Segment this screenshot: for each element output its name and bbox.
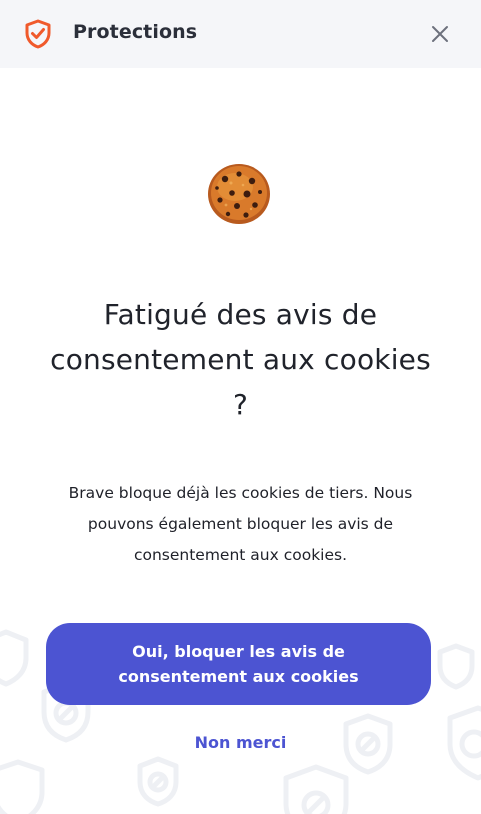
- headline: Fatigué des avis de consentement aux coo…: [50, 298, 431, 421]
- panel-title: Protections: [73, 21, 198, 43]
- cookie-icon: [207, 163, 271, 225]
- cookie-consent-panel: Protections Fatigué des avis de consente…: [0, 0, 481, 814]
- block-cookie-notices-button[interactable]: Oui, bloquer les avis de consentement au…: [46, 623, 431, 705]
- close-button[interactable]: [426, 20, 454, 48]
- shield-check-icon: [24, 19, 52, 49]
- panel-header: Protections: [0, 0, 481, 68]
- close-icon: [432, 26, 448, 42]
- no-thanks-link[interactable]: Non merci: [140, 733, 341, 757]
- description-text: Brave bloque déjà les cookies de tiers. …: [68, 484, 413, 564]
